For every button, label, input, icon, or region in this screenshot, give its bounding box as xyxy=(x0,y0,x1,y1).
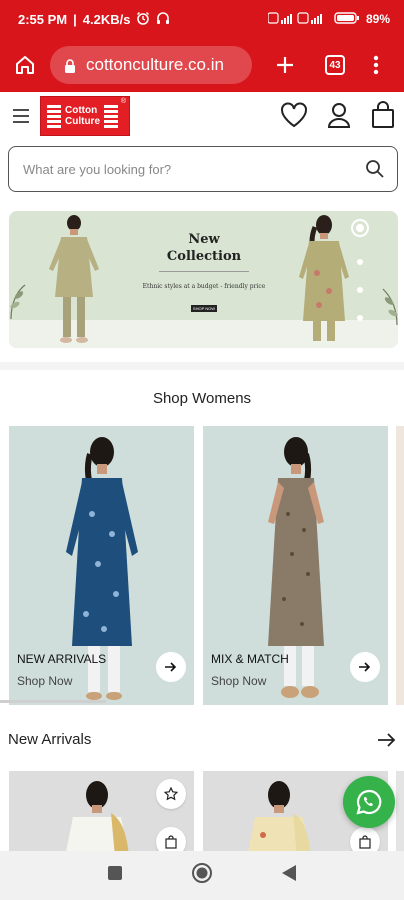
status-time: 2:55 PM xyxy=(18,11,68,27)
site-logo[interactable]: Cotton Culture ® xyxy=(40,96,130,136)
home-nav-icon[interactable] xyxy=(191,862,213,889)
url-text: cottonculture.co.in xyxy=(86,55,224,74)
banner-model-left-image xyxy=(49,215,99,343)
carousel-dot-3[interactable] xyxy=(357,287,363,293)
status-bar: 2:55 PM | 4.2KB/s 89% xyxy=(0,0,404,38)
leaf-decoration-left-icon xyxy=(10,284,26,320)
search-placeholder: What are you looking for? xyxy=(23,161,172,177)
new-tab-icon[interactable] xyxy=(270,50,300,80)
banner-model-right-image xyxy=(299,215,349,341)
category-card-peek xyxy=(396,426,404,705)
alarm-icon xyxy=(136,11,150,28)
lock-icon xyxy=(64,58,76,73)
product-1-image xyxy=(66,781,129,851)
battery-icon xyxy=(334,11,360,28)
browser-toolbar: cottonculture.co.in 43 xyxy=(0,38,404,92)
new-arrivals-title: New Arrivals xyxy=(8,731,92,748)
carousel-dots xyxy=(351,219,369,321)
carousel-dot-2[interactable] xyxy=(357,259,363,265)
recent-apps-icon[interactable] xyxy=(107,865,123,886)
search-icon[interactable] xyxy=(365,159,385,182)
status-speed: 4.2KB/s xyxy=(82,11,131,27)
banner-divider xyxy=(159,271,249,272)
signal-icon xyxy=(267,11,328,28)
logo-text-line1: Cotton xyxy=(65,105,98,116)
back-icon[interactable] xyxy=(281,864,297,887)
headphones-icon xyxy=(156,11,170,28)
section-divider xyxy=(0,362,404,370)
tab-switcher-icon[interactable]: 43 xyxy=(320,50,350,80)
more-menu-icon[interactable] xyxy=(361,50,391,80)
banner-shop-button[interactable]: SHOP NOW xyxy=(191,305,217,312)
whatsapp-chat-button[interactable] xyxy=(343,776,395,828)
arrow-right-icon[interactable] xyxy=(350,652,380,682)
scroll-indicator xyxy=(0,700,106,703)
wishlist-icon[interactable] xyxy=(280,102,308,133)
card-shop-now-link[interactable]: Shop Now xyxy=(211,674,266,688)
home-icon[interactable] xyxy=(10,50,40,80)
card-label-mix-match: MIX & MATCH xyxy=(211,652,289,666)
category-card-mix-match[interactable]: MIX & MATCH Shop Now xyxy=(203,426,388,705)
star-icon[interactable] xyxy=(156,779,186,809)
shop-womens-title: Shop Womens xyxy=(152,390,252,407)
banner-title: New Collection xyxy=(166,232,242,264)
cart-icon[interactable] xyxy=(371,101,395,134)
logo-registered-mark: ® xyxy=(120,98,126,105)
category-card-new-arrivals[interactable]: NEW ARRIVALS Shop Now xyxy=(9,426,194,705)
tab-count: 43 xyxy=(325,55,345,75)
arrow-right-icon[interactable] xyxy=(156,652,186,682)
logo-text-line2: Culture xyxy=(65,116,100,127)
address-bar[interactable]: cottonculture.co.in xyxy=(50,46,252,84)
product-card-peek xyxy=(396,771,404,851)
add-to-bag-icon[interactable] xyxy=(350,827,380,851)
arrow-right-icon[interactable] xyxy=(378,733,396,752)
site-header: Cotton Culture ® xyxy=(0,92,404,140)
hero-banner[interactable]: New Collection Ethnic styles at a budget… xyxy=(9,211,398,348)
account-icon[interactable] xyxy=(327,102,351,133)
leaf-decoration-right-icon xyxy=(382,288,398,326)
product-2-image xyxy=(248,781,311,851)
banner-subtitle: Ethnic styles at a budget - friendly pri… xyxy=(142,283,266,290)
product-card-1[interactable] xyxy=(9,771,194,851)
card-shop-now-link[interactable]: Shop Now xyxy=(17,674,72,688)
add-to-bag-icon[interactable] xyxy=(156,827,186,851)
carousel-dot-4[interactable] xyxy=(357,315,363,321)
search-input[interactable]: What are you looking for? xyxy=(8,146,398,192)
card-label-new-arrivals: NEW ARRIVALS xyxy=(17,652,107,666)
carousel-dot-1[interactable] xyxy=(351,219,369,237)
menu-icon[interactable] xyxy=(12,108,30,129)
battery-level: 89% xyxy=(365,12,390,26)
whatsapp-icon xyxy=(356,789,382,815)
system-nav-bar xyxy=(0,851,404,900)
